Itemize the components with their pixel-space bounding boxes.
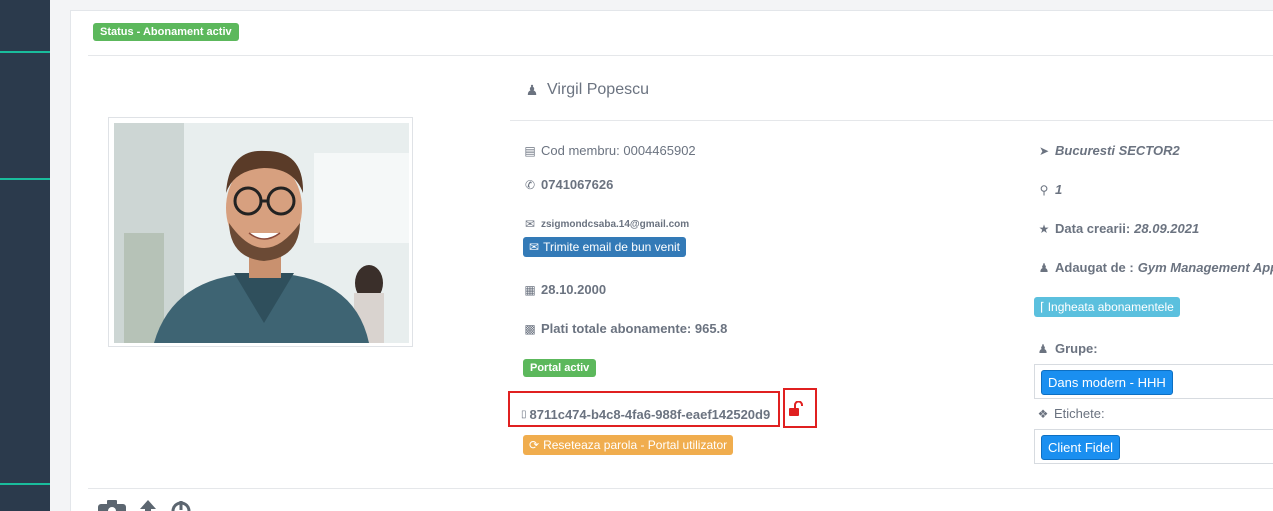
portal-active-badge: Portal activ [523,359,597,377]
added-by-label: Adaugat de : [1055,260,1134,275]
send-welcome-email-label: Trimite email de bun venit [543,240,681,254]
group-tag[interactable]: Dans modern - HHH [1041,370,1173,395]
groups-select[interactable]: Dans modern - HHH [1034,364,1273,399]
groups-label: Grupe: [1055,341,1098,356]
reset-password-button[interactable]: ⟳ Reseteaza parola - Portal utilizator [523,435,734,455]
power-icon[interactable] [170,498,192,511]
phone-number[interactable]: 0741067626 [541,177,613,192]
tags-select[interactable]: Client Fidel [1034,429,1273,464]
created-date: 28.09.2021 [1134,221,1200,236]
sidebar-divider [0,483,50,485]
sidebar [0,0,50,511]
user-icon: ♟ [1038,260,1050,275]
total-payments-row: ▩ Plati totale abonamente: 965.8 [523,321,727,336]
created-date-row: ★ Data crearii: 28.09.2021 [1037,221,1200,236]
freeze-subscriptions-label: Ingheata abonamentele [1047,300,1174,314]
reset-password-label: Reseteaza parola - Portal utilizator [543,438,728,452]
member-code-row: ▤ Cod membru: 0004465902 [523,143,696,158]
groups-label-row: ♟ Grupe: [1035,341,1098,356]
map-marker-icon: ⚲ [1039,182,1049,197]
email-address[interactable]: zsigmondcsaba.14@gmail.com [541,219,689,230]
location-number-row: ⚲ 1 [1037,182,1063,197]
member-name-row: ♟ Virgil Popescu [525,81,649,99]
member-photo-frame [108,117,413,347]
users-icon: ♟ [1037,341,1049,356]
calendar-icon: ▦ [524,282,536,297]
footer-divider [88,488,1273,489]
user-icon: ♟ [525,81,539,98]
status-badge: Status - Abonament activ [93,23,239,41]
upload-icon[interactable] [138,498,158,511]
birth-date-row: ▦ 28.10.2000 [523,282,606,297]
tags-label-row: ❖ Etichete: [1036,406,1105,421]
sidebar-divider [0,178,50,180]
send-welcome-email-button[interactable]: ✉ Trimite email de bun venit [523,237,687,257]
photo-toolbar [98,498,192,511]
mobile-icon: ▯ [521,409,527,420]
tag-item[interactable]: Client Fidel [1041,435,1121,460]
envelope-icon: ✉ [529,240,540,254]
email-row: ✉ zsigmondcsaba.14@gmail.com [523,217,689,231]
unlock-icon[interactable] [789,401,803,417]
phone-icon: ✆ [524,177,536,192]
location-row: ➤ Bucuresti SECTOR2 [1037,143,1180,158]
envelope-icon: ✉ [524,217,536,231]
tag-icon: ❖ [1037,406,1049,421]
freeze-subscriptions-button[interactable]: ⌈ Ingheata abonamentele [1034,297,1180,317]
location-number: 1 [1055,182,1063,197]
added-by-value: Gym Management App [1137,260,1273,275]
header-divider [88,55,1273,56]
portal-uuid: 8711c474-b4c8-4fa6-988f-eaef142520d9 [529,407,771,422]
camera-icon[interactable] [98,498,126,511]
refresh-icon: ⟳ [529,438,540,452]
money-icon: ▩ [524,321,536,336]
sidebar-divider [0,51,50,53]
star-icon: ★ [1038,221,1050,236]
created-label: Data crearii: [1055,221,1131,236]
birth-date: 28.10.2000 [541,282,607,297]
location-arrow-icon: ➤ [1038,143,1050,158]
credit-card-icon: ▤ [524,143,536,158]
thermometer-icon: ⌈ [1040,300,1045,314]
member-photo [114,123,409,343]
tags-label: Etichete: [1054,406,1105,421]
phone-row: ✆ 0741067626 [523,177,613,192]
name-divider [510,120,1273,121]
added-by-row: ♟ Adaugat de : Gym Management App [1037,260,1273,275]
member-name: Virgil Popescu [547,81,649,98]
member-photo-image [114,123,409,343]
total-payments: Plati totale abonamente: 965.8 [541,321,728,336]
portal-uuid-row: ▯ 8711c474-b4c8-4fa6-988f-eaef142520d9 [521,407,770,422]
member-code: Cod membru: 0004465902 [541,143,696,158]
location: Bucuresti SECTOR2 [1055,143,1180,158]
